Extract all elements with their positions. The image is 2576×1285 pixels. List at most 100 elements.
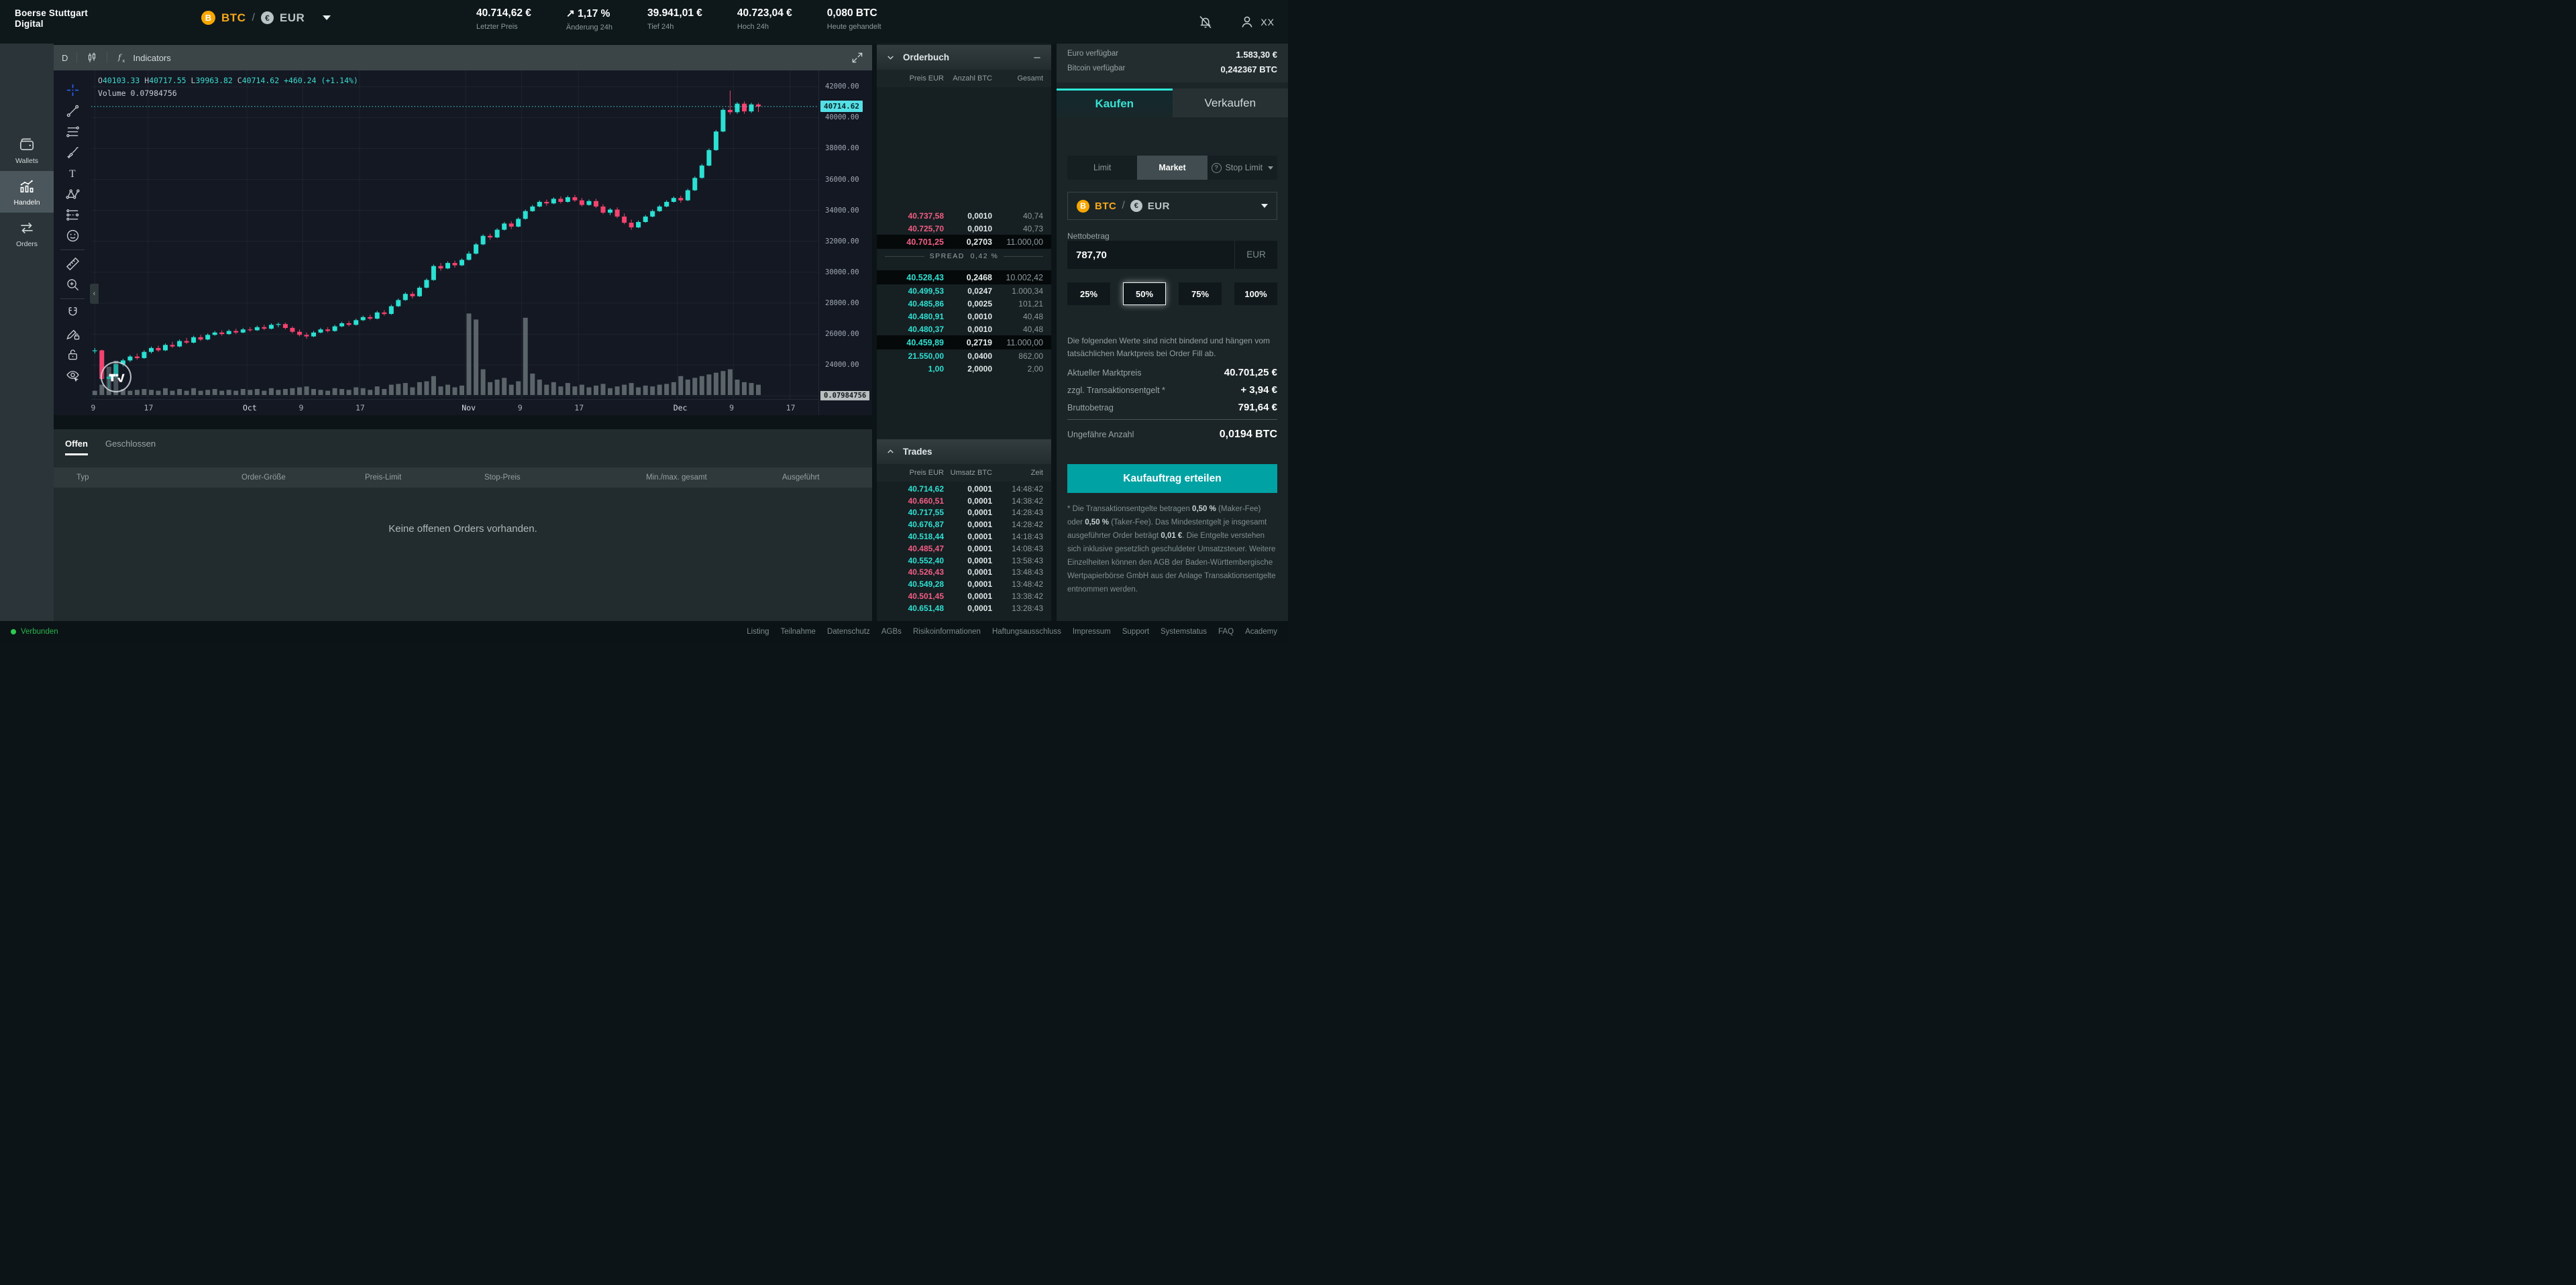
ticket-pair-selector[interactable]: B BTC / € EUR: [1067, 192, 1277, 220]
submit-buy-order-button[interactable]: Kaufauftrag erteilen: [1067, 464, 1277, 493]
price-cell: 40.459,89: [885, 338, 944, 347]
footer-link-systemstatus[interactable]: Systemstatus: [1161, 628, 1207, 636]
collapse-minus-icon[interactable]: [1032, 53, 1042, 62]
fib-retracement-icon[interactable]: [61, 121, 84, 142]
notifications-muted-icon[interactable]: [1197, 14, 1214, 30]
footer-link-datenschutz[interactable]: Datenschutz: [827, 628, 870, 636]
brush-icon[interactable]: [61, 142, 84, 163]
footer-link-support[interactable]: Support: [1122, 628, 1149, 636]
footer-link-haftungsausschluss[interactable]: Haftungsausschluss: [992, 628, 1061, 636]
trade-row[interactable]: 40.714,620,000114:48:42: [877, 483, 1051, 495]
x-axis-tick: 17: [786, 403, 796, 412]
sidebar-item-label: Handeln: [13, 199, 40, 207]
order-type-market[interactable]: Market: [1137, 156, 1207, 180]
chart-y-axis[interactable]: 42000.0040000.0038000.0036000.0034000.00…: [818, 70, 872, 415]
amount-input[interactable]: 787,70 EUR: [1067, 241, 1277, 269]
chart-style-button[interactable]: [86, 52, 98, 64]
price-cell: 40.499,53: [885, 286, 944, 296]
trade-row[interactable]: 40.526,430,000113:48:43: [877, 567, 1051, 579]
orderbook-bid-row[interactable]: 1,002,00002,00: [877, 362, 1051, 375]
text-icon[interactable]: T: [61, 163, 84, 184]
sidebar-item-wallets[interactable]: Wallets: [0, 129, 54, 171]
orderbook-bid-row[interactable]: 40.480,370,001040,48: [877, 323, 1051, 335]
order-type-limit[interactable]: Limit: [1067, 156, 1137, 180]
trades-header: Trades: [877, 439, 1051, 464]
x-axis-tick: 17: [144, 403, 154, 412]
chevron-down-icon: [1261, 204, 1268, 208]
chart-x-axis[interactable]: 917Oct917Nov917Dec917: [91, 399, 818, 415]
fullscreen-icon[interactable]: [851, 51, 864, 64]
price-cell: 40.660,51: [885, 496, 944, 506]
header-pair-selector[interactable]: B BTC / € EUR: [201, 11, 331, 25]
market-stats: 40.714,62 €Letzter Preis↗ 1,17 %Änderung…: [476, 7, 916, 32]
trade-row[interactable]: 40.676,870,000114:28:42: [877, 518, 1051, 530]
percent-button-100[interactable]: 100%: [1234, 282, 1277, 305]
ticket-pair-separator: /: [1122, 200, 1124, 212]
crosshair-icon[interactable]: [61, 80, 84, 101]
tab-buy[interactable]: Kaufen: [1057, 89, 1173, 117]
zoom-in-icon[interactable]: [61, 274, 84, 295]
chevron-down-icon[interactable]: [886, 53, 895, 62]
hide-all-icon[interactable]: [61, 365, 84, 386]
chevron-up-icon[interactable]: [886, 447, 895, 456]
summary-label: zzgl. Transaktionsentgelt *: [1067, 386, 1165, 395]
footer-link-teilnahme[interactable]: Teilnahme: [781, 628, 816, 636]
footer-link-impressum[interactable]: Impressum: [1073, 628, 1111, 636]
percent-button-50[interactable]: 50%: [1123, 282, 1166, 305]
account-menu[interactable]: XX: [1239, 14, 1275, 30]
orders-tab-geschlossen[interactable]: Geschlossen: [105, 439, 156, 455]
orderbook-bid-row[interactable]: 40.480,910,001040,48: [877, 310, 1051, 323]
svg-text:T: T: [69, 168, 76, 180]
orders-tab-offen[interactable]: Offen: [65, 439, 88, 455]
orderbook-bid-row[interactable]: 40.528,430,246810.002,42: [877, 270, 1051, 284]
eur-icon: €: [1130, 200, 1142, 212]
spread-row: SPREAD 0,42 %: [877, 252, 1051, 260]
orders-column-header: Min./max. gesamt: [646, 473, 782, 482]
trade-row[interactable]: 40.518,440,000114:18:43: [877, 530, 1051, 543]
order-type-stop-limit[interactable]: ?Stop Limit: [1208, 156, 1277, 180]
lock-all-icon[interactable]: [61, 344, 84, 365]
trade-row[interactable]: 40.660,510,000114:38:42: [877, 495, 1051, 507]
orderbook-ask-row[interactable]: 40.737,580,001040,74: [877, 209, 1051, 222]
trade-row[interactable]: 40.717,550,000114:28:43: [877, 507, 1051, 519]
amount-cell: 0,0247: [944, 286, 992, 296]
status-dot-icon: [11, 629, 16, 634]
percent-button-25[interactable]: 25%: [1067, 282, 1110, 305]
footer-link-risikoinformationen[interactable]: Risikoinformationen: [913, 628, 981, 636]
interval-button[interactable]: D: [62, 53, 68, 63]
toolbar-collapse-button[interactable]: ‹: [90, 284, 99, 304]
trade-row[interactable]: 40.549,280,000113:48:42: [877, 578, 1051, 590]
orderbook-bid-row[interactable]: 40.499,530,02471.000,34: [877, 284, 1051, 297]
trade-row[interactable]: 40.501,450,000113:38:42: [877, 590, 1051, 602]
toolbar-divider: [60, 298, 85, 299]
trade-row[interactable]: 40.552,400,000113:58:43: [877, 555, 1051, 567]
footer-link-academy[interactable]: Academy: [1245, 628, 1277, 636]
orderbook-ask-row[interactable]: 40.725,700,001040,73: [877, 222, 1051, 235]
long-position-icon[interactable]: [61, 205, 84, 225]
x-axis-tick: 9: [91, 403, 95, 412]
emoji-icon[interactable]: [61, 225, 84, 246]
drawing-lock-icon[interactable]: [61, 323, 84, 344]
footer-link-faq[interactable]: FAQ: [1218, 628, 1234, 636]
orderbook-bid-row[interactable]: 40.485,860,0025101,21: [877, 297, 1051, 310]
chart-plot[interactable]: O40103.33 H40717.55 L39963.82 C40714.62 …: [91, 70, 818, 415]
trade-row[interactable]: 40.485,470,000114:08:43: [877, 543, 1051, 555]
sidebar-item-handeln[interactable]: Handeln: [0, 171, 54, 213]
percent-button-75[interactable]: 75%: [1179, 282, 1222, 305]
footer-link-listing[interactable]: Listing: [747, 628, 769, 636]
magnet-icon[interactable]: [61, 302, 84, 323]
header-stat: ↗ 1,17 %Änderung 24h: [566, 7, 612, 32]
xabcd-pattern-icon[interactable]: [61, 184, 84, 205]
ruler-icon[interactable]: [61, 254, 84, 274]
trade-row[interactable]: 40.651,480,000113:28:43: [877, 602, 1051, 614]
orderbook-bid-row[interactable]: 21.550,000,0400862,00: [877, 349, 1051, 362]
sidebar-item-orders[interactable]: Orders: [0, 213, 54, 254]
tab-sell[interactable]: Verkaufen: [1173, 89, 1289, 117]
tradingview-logo: [101, 361, 131, 392]
indicators-button[interactable]: f x Indicators: [116, 52, 170, 64]
help-icon: ?: [1212, 163, 1222, 173]
orderbook-bid-row[interactable]: 40.459,890,271911.000,00: [877, 335, 1051, 349]
trend-line-icon[interactable]: [61, 101, 84, 121]
footer-link-agbs[interactable]: AGBs: [881, 628, 902, 636]
orderbook-ask-row[interactable]: 40.701,250,270311.000,00: [877, 235, 1051, 249]
